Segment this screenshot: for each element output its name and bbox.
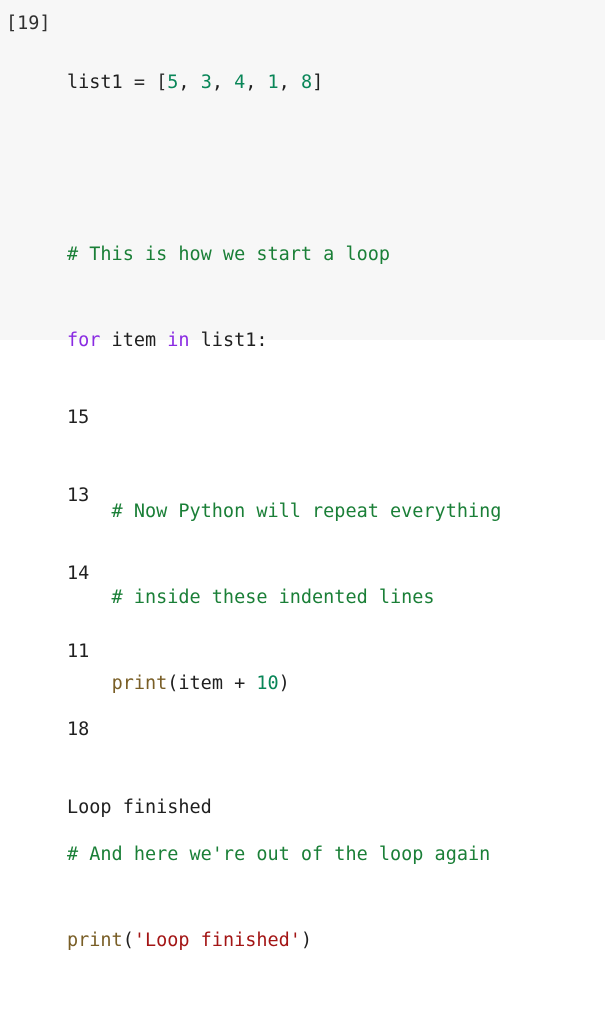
- code-line-1: list1 = [5, 3, 4, 1, 8]: [67, 69, 501, 98]
- number: 1: [267, 72, 279, 94]
- comma: ,: [178, 72, 201, 94]
- comma: ,: [278, 72, 301, 94]
- function-print: print: [67, 930, 123, 951]
- number: 8: [300, 72, 313, 94]
- output-line: 18: [67, 719, 90, 740]
- paren-close: ): [278, 672, 290, 694]
- output-line: 14: [67, 563, 90, 584]
- number: 10: [256, 672, 279, 694]
- keyword-in: in: [167, 329, 190, 351]
- loop-var: item: [100, 329, 168, 351]
- number: 3: [200, 72, 212, 94]
- comment-line: # This is how we start a loop: [67, 243, 391, 265]
- number: 5: [167, 72, 179, 94]
- keyword-for: for: [67, 329, 101, 351]
- comma: ,: [211, 72, 235, 94]
- code-line-print-final: print('Loop finished'): [67, 927, 501, 956]
- assign-op: = [: [122, 72, 168, 94]
- output-line: 11: [67, 641, 90, 662]
- output-line: 15: [67, 407, 90, 428]
- string-literal: 'Loop finished': [133, 930, 301, 951]
- output-line: 13: [67, 485, 90, 506]
- paren-open: (: [122, 930, 134, 951]
- output-line: Loop finished: [67, 797, 212, 818]
- execution-count: [19]: [6, 13, 51, 34]
- code-cell[interactable]: [19] list1 = [5, 3, 4, 1, 8] # This is h…: [0, 0, 605, 951]
- iterable: list1:: [189, 329, 268, 351]
- var-list1: list1: [67, 72, 123, 94]
- number: 4: [234, 72, 246, 94]
- comma: ,: [245, 72, 268, 94]
- bracket-close: ]: [312, 72, 324, 94]
- cell-output: 15 13 14 11 18 Loop finished: [67, 353, 212, 847]
- code-line-for: for item in list1:: [67, 327, 501, 356]
- paren-close: ): [300, 930, 313, 951]
